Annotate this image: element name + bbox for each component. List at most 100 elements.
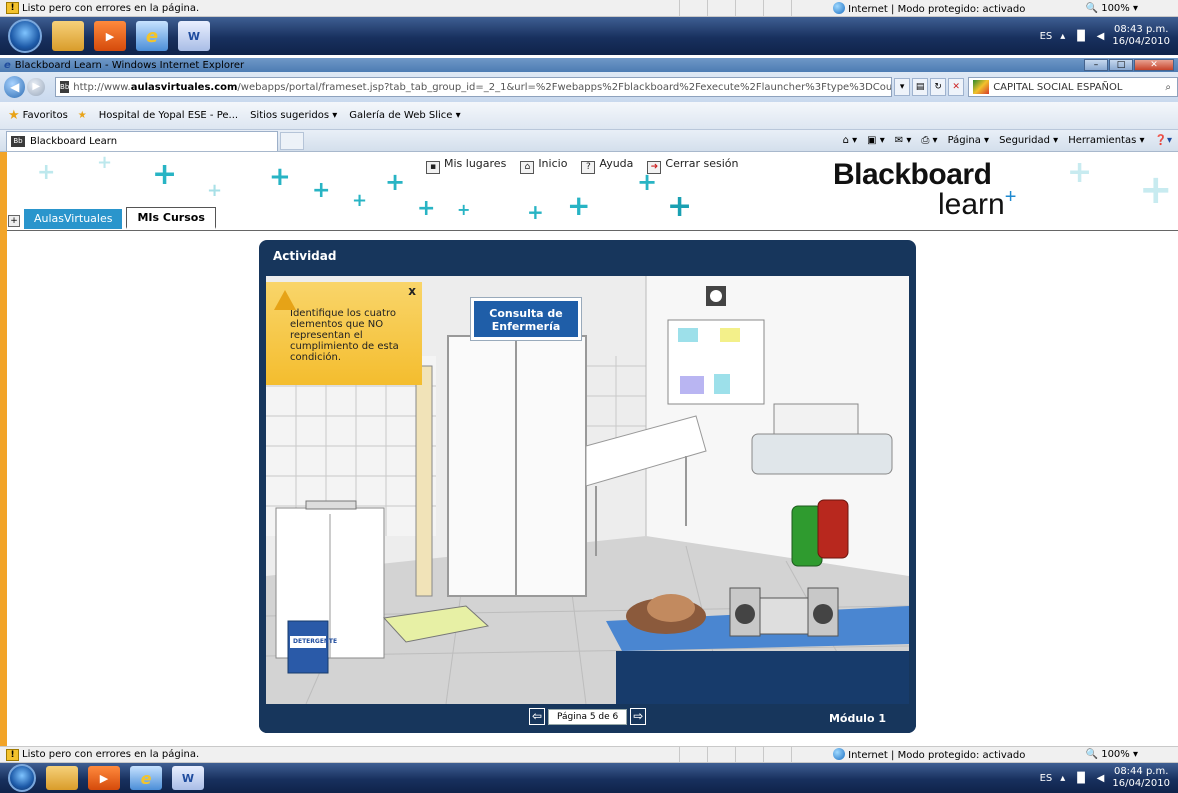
close-note-button[interactable]: x <box>408 285 416 297</box>
favorites-button[interactable]: Favoritos <box>23 110 68 121</box>
home-icon[interactable]: ⌂ ▾ <box>843 135 858 146</box>
close-window-button[interactable]: ✕ <box>1134 59 1174 71</box>
media-player-icon[interactable]: ▶ <box>88 766 120 790</box>
tray-volume-icon[interactable]: ◀ <box>1097 31 1105 42</box>
feeds-icon[interactable]: ▣ ▾ <box>867 135 885 146</box>
minimize-button[interactable]: – <box>1084 59 1108 71</box>
word-icon[interactable]: W <box>172 766 204 790</box>
stop-icon[interactable]: ✕ <box>948 78 965 96</box>
help-icon: ? <box>581 161 596 174</box>
learn-logo: learn+ <box>938 186 1017 221</box>
window-title-bar: e Blackboard Learn - Windows Internet Ex… <box>0 58 1178 72</box>
expand-toggle[interactable]: + <box>8 215 20 227</box>
fav-item-hospital[interactable]: Hospital de Yopal ESE - Pe... <box>99 110 238 121</box>
my-places-icon: ▪ <box>426 161 440 174</box>
tray-arrow-icon[interactable]: ▴ <box>1060 773 1065 784</box>
status-message-bottom[interactable]: Listo pero con errores en la página. <box>22 749 199 760</box>
url-field[interactable]: Bb http://www. aulasvirtuales.com/webapps… <box>55 77 893 97</box>
zoom-control-bottom[interactable]: 🔍 100% ▾ <box>1086 749 1138 760</box>
media-player-icon[interactable]: ▶ <box>94 21 126 51</box>
address-bar-row: ◀ ▶ Bb http://www. aulasvirtuales.com/web… <box>0 72 1178 102</box>
search-provider-icon <box>973 80 990 94</box>
ie-status-bar-bottom: ! Listo pero con errores en la página. I… <box>0 746 1178 763</box>
bb-top-nav: ▪ Mis lugares ⌂ Inicio ? Ayuda ➜ Cerrar sesi… <box>426 157 738 174</box>
tab-blackboard[interactable]: Bb Blackboard Learn <box>6 130 278 151</box>
logout-icon: ➜ <box>647 161 662 174</box>
activity-footer: ⇦ Página 5 de 6 ⇨ Módulo 1 <box>259 704 916 733</box>
print-icon[interactable]: ⎙ ▾ <box>921 135 937 146</box>
internet-explorer-icon[interactable]: e <box>136 21 168 51</box>
window-title: Blackboard Learn - Windows Internet Expl… <box>14 59 245 71</box>
search-icon[interactable]: ⌕ <box>1165 82 1171 93</box>
internet-explorer-icon[interactable]: e <box>130 766 162 790</box>
explorer-icon[interactable] <box>52 21 84 51</box>
course-tabs: + AulasVirtuales MIs Cursos <box>8 207 216 229</box>
fav-item-sitios[interactable]: Sitios sugeridos ▾ <box>250 110 337 121</box>
page-menu[interactable]: Página ▾ <box>948 135 990 146</box>
nav-cerrar-sesion[interactable]: ➜ Cerrar sesión <box>647 157 738 174</box>
activity-title: Actividad <box>273 249 337 263</box>
nav-inicio[interactable]: ⌂ Inicio <box>520 157 567 174</box>
add-favorite-icon[interactable]: ★ <box>78 110 87 121</box>
search-box[interactable]: CAPITAL SOCIAL ESPAÑOL ⌕ <box>968 77 1178 97</box>
instruction-text: Identifique los cuatro elementos que NO … <box>290 308 399 363</box>
globe-icon <box>833 748 846 760</box>
favorites-star-icon[interactable]: ★ <box>8 108 20 123</box>
warning-icon[interactable]: ! <box>6 748 19 761</box>
windows-taskbar-bottom: ▶ e W ES ▴ ▐▌ ◀ 08:44 p.m. 16/04/2010 <box>0 763 1178 793</box>
tray-volume-icon[interactable]: ◀ <box>1097 773 1105 784</box>
tab-aulasvirtuales[interactable]: AulasVirtuales <box>24 209 123 229</box>
next-page-button[interactable]: ⇨ <box>630 708 647 725</box>
tab-bar: Bb Blackboard Learn ⌂ ▾ ▣ ▾ ✉ ▾ ⎙ ▾ Pági… <box>0 130 1178 152</box>
explorer-icon[interactable] <box>46 766 78 790</box>
tray-network-icon[interactable]: ▐▌ <box>1073 31 1088 42</box>
warning-icon <box>274 290 296 310</box>
maximize-button[interactable]: □ <box>1109 59 1133 71</box>
pager: ⇦ Página 5 de 6 ⇨ <box>529 708 647 725</box>
forward-button[interactable]: ▶ <box>27 78 46 96</box>
tools-menu[interactable]: Herramientas ▾ <box>1068 135 1144 146</box>
consulta-sign: Consulta de Enfermería <box>470 297 582 341</box>
compatibility-icon[interactable]: ▤ <box>912 78 929 96</box>
fav-item-galeria[interactable]: Galería de Web Slice ▾ <box>349 110 460 121</box>
left-frame-border <box>0 152 7 746</box>
detergent-label: DETERGENTE <box>293 638 338 645</box>
nursing-room-scene: DETERGENTE Consulta de Enfermería x Iden… <box>266 276 909 704</box>
new-tab-button[interactable] <box>280 131 304 150</box>
nav-mis-lugares[interactable]: ▪ Mis lugares <box>426 157 506 174</box>
ie-icon: e <box>4 59 11 71</box>
activity-panel: Actividad DETERGENTE Consulta de Enferme… <box>259 240 916 733</box>
mail-icon[interactable]: ✉ ▾ <box>895 135 912 146</box>
page-indicator: Página 5 de 6 <box>548 708 628 725</box>
windows-taskbar: ▶ e W ES ▴ ▐▌ ◀ 08:43 p.m. 16/04/2010 <box>0 17 1178 55</box>
security-menu[interactable]: Seguridad ▾ <box>999 135 1058 146</box>
ie-status-bar: ! Listo pero con errores en la página. I… <box>0 0 1178 17</box>
back-button[interactable]: ◀ <box>4 76 26 98</box>
language-indicator[interactable]: ES <box>1040 773 1053 784</box>
status-message[interactable]: Listo pero con errores en la página. <box>22 3 199 14</box>
system-clock[interactable]: 08:43 p.m. 16/04/2010 <box>1112 24 1170 48</box>
warning-icon[interactable]: ! <box>6 2 19 14</box>
refresh-icon[interactable]: ↻ <box>930 78 947 96</box>
start-button[interactable] <box>8 764 36 792</box>
prev-page-button[interactable]: ⇦ <box>529 708 545 725</box>
tab-mis-cursos[interactable]: MIs Cursos <box>126 207 216 229</box>
home-icon: ⌂ <box>520 161 535 174</box>
help-icon[interactable]: ❓▾ <box>1155 135 1172 146</box>
url-dropdown-button[interactable]: ▾ <box>894 78 911 96</box>
tray-arrow-icon[interactable]: ▴ <box>1060 31 1065 42</box>
system-clock-bottom[interactable]: 08:44 p.m. 16/04/2010 <box>1112 766 1170 790</box>
site-favicon: Bb <box>60 81 70 93</box>
globe-icon <box>833 1 846 14</box>
zoom-control[interactable]: 🔍 100% ▾ <box>1086 3 1138 14</box>
start-button[interactable] <box>8 19 42 53</box>
nav-ayuda[interactable]: ? Ayuda <box>581 157 633 174</box>
favorites-bar: ★ Favoritos ★ Hospital de Yopal ESE - Pe… <box>0 102 1178 130</box>
tray-network-icon[interactable]: ▐▌ <box>1073 773 1088 784</box>
module-label: Módulo 1 <box>828 712 886 725</box>
security-zone-bottom: Internet | Modo protegido: activado <box>848 750 1026 761</box>
tab-favicon: Bb <box>11 135 25 147</box>
word-icon[interactable]: W <box>178 21 210 51</box>
language-indicator[interactable]: ES <box>1040 31 1053 42</box>
instruction-note: x Identifique los cuatro elementos que N… <box>266 282 422 385</box>
